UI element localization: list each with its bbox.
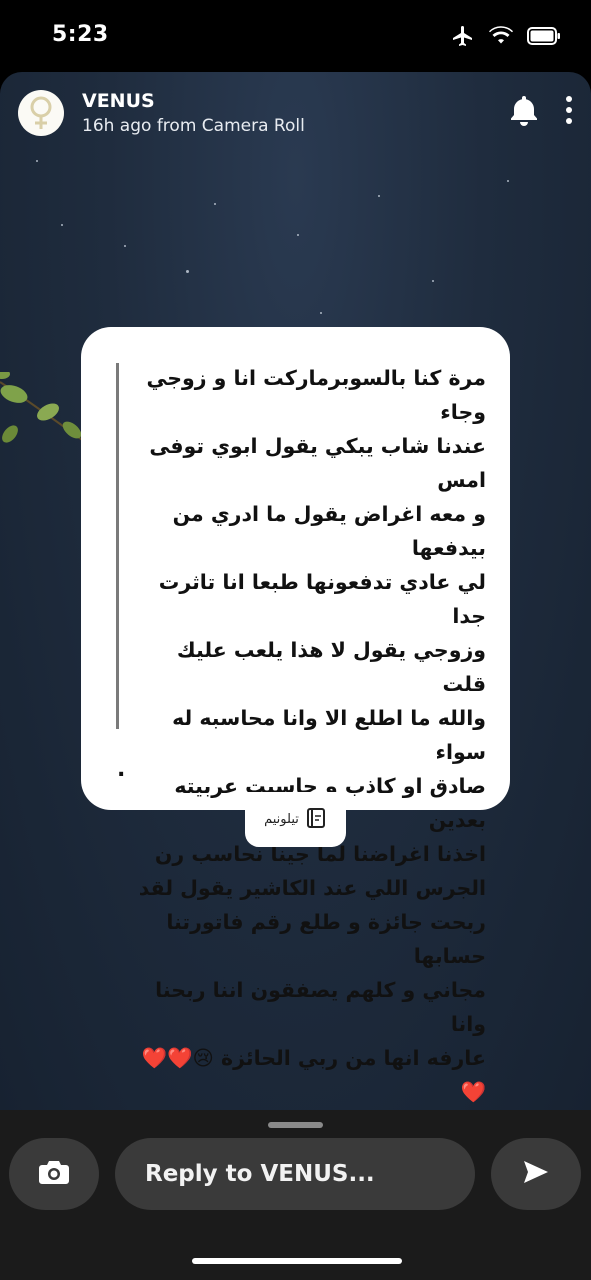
drag-handle[interactable] [268, 1122, 323, 1128]
send-icon [522, 1159, 550, 1189]
star [507, 180, 509, 182]
star [297, 234, 299, 236]
quote-line: والله ما اطلع الا وانا محاسبه له سواء [172, 706, 486, 764]
home-indicator [192, 1258, 402, 1264]
bell-icon[interactable] [509, 94, 539, 130]
quote-text: مرة كنا بالسوبرماركت انا و زوجي وجاء عند… [129, 361, 486, 1109]
status-time: 5:23 [52, 22, 109, 47]
header-actions [509, 94, 573, 130]
status-bar: 5:23 [0, 0, 591, 72]
reply-bar [0, 1110, 591, 1280]
quote-bar [116, 363, 119, 729]
quote-card: مرة كنا بالسوبرماركت انا و زوجي وجاء عند… [81, 327, 510, 1104]
quote-line: لي عادي تدفعونها طبعا انا تاثرت جدا [158, 570, 486, 628]
quote-line: و معه اغراض يقول ما ادري من بيدفعها [172, 502, 486, 560]
star [214, 203, 216, 205]
quote-line: مرة كنا بالسوبرماركت انا و زوجي وجاء [146, 366, 486, 424]
venus-avatar-icon[interactable] [18, 90, 64, 136]
quote-line: عندنا شاب يبكي يقول ابوي توفى امس [149, 434, 486, 492]
quote-trailing-dot: . [117, 757, 126, 782]
story-header: VENUS 16h ago from Camera Roll [18, 90, 573, 138]
star [186, 270, 189, 273]
poster-name[interactable]: VENUS [82, 90, 155, 112]
more-vertical-icon[interactable] [565, 95, 573, 129]
quote-line: عارفه انها من ربي الحائزة 😢❤️❤️ [141, 1046, 486, 1070]
quote-line: الجرس اللي عند الكاشير يقول لقد [138, 876, 486, 900]
star [36, 160, 38, 162]
wifi-icon [489, 26, 513, 50]
reply-input[interactable] [115, 1138, 475, 1210]
leaf-branch-decoration [0, 372, 86, 443]
battery-icon [527, 27, 561, 49]
book-icon [305, 807, 327, 833]
status-icons [451, 24, 561, 52]
camera-button[interactable] [9, 1138, 99, 1210]
post-timestamp: 16h ago from Camera Roll [82, 116, 305, 136]
star [124, 245, 126, 247]
source-attachment[interactable]: تيلونيم [245, 792, 346, 847]
quote-line: ❤️ [460, 1080, 486, 1104]
quote-line: مجاني و كلهم يصفقون اننا ربحنا وانا [155, 978, 486, 1036]
camera-icon [38, 1158, 70, 1190]
star [61, 224, 63, 226]
airplane-icon [451, 24, 475, 52]
star [378, 195, 380, 197]
send-button[interactable] [491, 1138, 581, 1210]
quote-line: وزوجي يقول لا هذا يلعب عليك قلت [176, 638, 486, 696]
star [320, 312, 322, 314]
star [432, 280, 434, 282]
source-label: تيلونيم [264, 812, 299, 827]
story-view[interactable]: VENUS 16h ago from Camera Roll مرة كنا ب… [0, 72, 591, 1112]
quote-line: ربحت جائزة و طلع رقم فاتورتنا حسابها [166, 910, 486, 968]
